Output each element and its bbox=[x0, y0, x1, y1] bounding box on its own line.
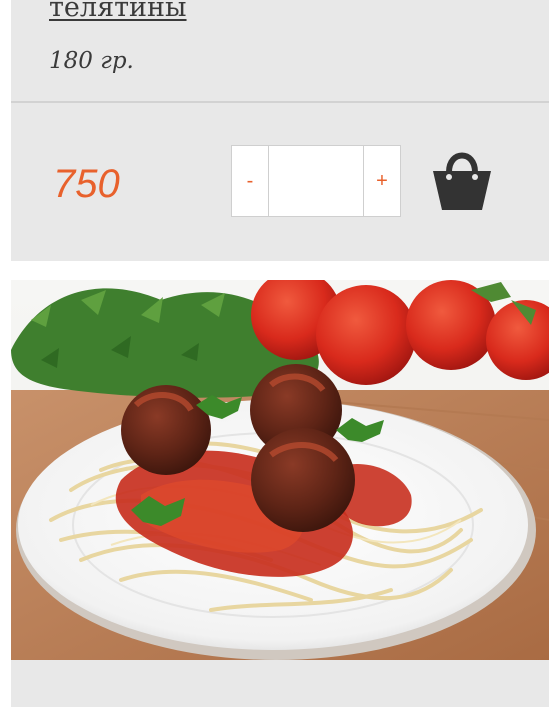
shopping-bag-icon bbox=[433, 152, 491, 210]
divider bbox=[11, 101, 549, 103]
add-to-cart-button[interactable] bbox=[430, 146, 494, 212]
product-price: 750 bbox=[53, 162, 120, 206]
product-weight: 180 гр. bbox=[49, 48, 134, 74]
product-card: телятины 180 гр. 750 - + bbox=[11, 0, 549, 261]
decrease-quantity-button[interactable]: - bbox=[232, 146, 269, 216]
product-photo[interactable] bbox=[11, 280, 549, 660]
next-product-card bbox=[11, 660, 549, 707]
quantity-stepper: - + bbox=[231, 145, 401, 217]
product-name-link[interactable]: телятины bbox=[49, 0, 187, 23]
increase-quantity-button[interactable]: + bbox=[363, 146, 400, 216]
quantity-input[interactable] bbox=[269, 146, 363, 216]
spaghetti-meatballs-image bbox=[11, 280, 549, 660]
